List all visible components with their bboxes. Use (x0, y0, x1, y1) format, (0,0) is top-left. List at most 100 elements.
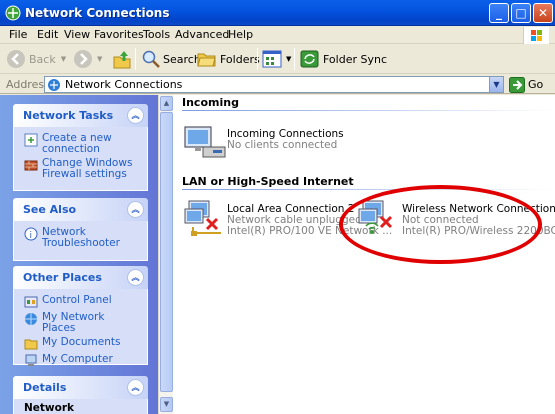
views-icon (262, 50, 282, 68)
my-documents-link[interactable]: My Documents (24, 337, 137, 351)
address-dropdown-icon[interactable]: ▼ (489, 77, 503, 92)
back-dropdown-icon[interactable]: ▼ (61, 55, 66, 63)
menu-advanced[interactable]: Advanced (175, 28, 229, 41)
other-places-panel: Other Places ︽ Control Panel My Network … (13, 266, 148, 368)
collapse-chevron-icon[interactable]: ︽ (127, 107, 144, 124)
folders-button[interactable]: Folders (197, 48, 260, 70)
search-button[interactable]: Search (141, 48, 201, 70)
my-network-places-link[interactable]: My Network Places (24, 312, 137, 334)
folder-sync-button[interactable]: Folder Sync (300, 48, 387, 70)
toolbar: Back ▼ ▼ Search Folders ▼ Folder Sync (0, 44, 555, 74)
panel-title: Network Tasks (23, 109, 114, 122)
connection-status: No clients connected (227, 139, 338, 151)
create-connection-link[interactable]: Create a new connection (24, 133, 137, 155)
panel-title: Other Places (23, 271, 102, 284)
task-pane: Network Tasks ︽ Create a new connection … (0, 95, 158, 414)
views-button[interactable]: ▼ (262, 48, 291, 70)
new-connection-icon (24, 133, 38, 147)
task-pane-scrollbar[interactable]: ▲ ▼ (158, 95, 173, 414)
minimize-icon: _ (496, 6, 502, 20)
windows-logo-icon (523, 27, 549, 45)
network-connections-icon (48, 78, 60, 91)
network-connections-icon (5, 5, 21, 21)
maximize-icon: □ (515, 6, 527, 20)
folders-label: Folders (220, 52, 260, 66)
menu-favorites[interactable]: Favorites (94, 28, 144, 41)
forward-arrow-icon (74, 50, 92, 68)
address-value: Network Connections (65, 78, 183, 91)
maximize-button[interactable]: □ (511, 3, 531, 23)
section-title-lan: LAN or High-Speed Internet (182, 175, 354, 188)
back-label: Back (29, 52, 56, 66)
see-also-header[interactable]: See Also ︽ (13, 198, 148, 221)
folders-icon (197, 53, 216, 67)
computer-icon (25, 354, 37, 366)
menu-edit[interactable]: Edit (37, 28, 58, 41)
section-divider (182, 110, 555, 111)
panel-title: Details (23, 381, 67, 394)
section-title-incoming: Incoming (182, 96, 239, 109)
close-icon: ✕ (537, 6, 549, 20)
link-text: Network Troubleshooter (42, 226, 120, 249)
link-text: Control Panel (42, 294, 112, 306)
network-troubleshooter-link[interactable]: i Network Troubleshooter (24, 227, 137, 249)
see-also-panel: See Also ︽ i Network Troubleshooter (13, 198, 148, 261)
control-panel-link[interactable]: Control Panel (24, 295, 137, 309)
menu-tools[interactable]: Tools (143, 28, 170, 41)
incoming-connection-icon (184, 126, 226, 158)
menu-file[interactable]: File (9, 28, 27, 41)
incoming-connections-item[interactable]: Incoming Connections No clients connecte… (227, 129, 344, 151)
network-tasks-panel: Network Tasks ︽ Create a new connection … (13, 104, 148, 191)
folder-sync-icon (300, 50, 319, 68)
minimize-button[interactable]: _ (489, 3, 509, 23)
back-arrow-icon (7, 50, 25, 68)
scroll-down-icon[interactable]: ▼ (160, 397, 173, 412)
go-arrow-icon (509, 76, 525, 93)
address-field[interactable]: Network Connections ▼ (44, 76, 504, 93)
go-label: Go (528, 78, 544, 91)
close-button[interactable]: ✕ (533, 3, 553, 23)
forward-dropdown-icon[interactable]: ▼ (97, 55, 102, 63)
firewall-icon (24, 160, 38, 171)
toolbar-separator (135, 48, 136, 70)
documents-folder-icon (24, 339, 38, 350)
forward-button[interactable]: ▼ (73, 48, 102, 70)
menu-view[interactable]: View (64, 28, 90, 41)
svg-text:i: i (30, 231, 33, 241)
network-tasks-header[interactable]: Network Tasks ︽ (13, 104, 148, 127)
up-folder-icon (113, 51, 131, 69)
search-icon (142, 50, 160, 68)
views-dropdown-icon[interactable]: ▼ (286, 55, 291, 63)
go-button[interactable]: Go (509, 76, 543, 93)
highlight-circle (339, 185, 542, 264)
toolbar-separator (294, 48, 295, 70)
menu-help[interactable]: Help (228, 28, 253, 41)
link-text: Change Windows Firewall settings (42, 157, 133, 180)
explorer-window: Network Connections _ □ ✕ File Edit View… (0, 0, 555, 414)
collapse-chevron-icon[interactable]: ︽ (127, 201, 144, 218)
menu-bar: File Edit View Favorites Tools Advanced … (0, 26, 555, 44)
back-button[interactable]: Back ▼ (6, 48, 66, 70)
link-text: My Network Places (42, 311, 105, 334)
address-bar: Address Network Connections ▼ Go (0, 74, 555, 94)
firewall-settings-link[interactable]: Change Windows Firewall settings (24, 158, 137, 180)
link-text: My Documents (42, 336, 121, 348)
section-divider (182, 189, 555, 190)
title-bar[interactable]: Network Connections _ □ ✕ (0, 0, 555, 26)
other-places-header[interactable]: Other Places ︽ (13, 266, 148, 289)
collapse-chevron-icon[interactable]: ︽ (127, 379, 144, 396)
scroll-up-icon[interactable]: ▲ (160, 96, 173, 111)
scroll-thumb[interactable] (160, 112, 173, 392)
details-panel: Details ︽ Network Connections (13, 376, 148, 414)
my-computer-link[interactable]: My Computer (24, 354, 137, 368)
link-text: My Computer (42, 353, 113, 365)
panel-title: See Also (23, 203, 77, 216)
window-title: Network Connections (25, 6, 170, 20)
toolbar-separator (257, 48, 258, 70)
search-label: Search (163, 52, 201, 66)
link-text: Create a new connection (42, 132, 112, 155)
details-header[interactable]: Details ︽ (13, 376, 148, 399)
collapse-chevron-icon[interactable]: ︽ (127, 269, 144, 286)
details-value: Network Connections (24, 402, 75, 414)
up-folder-button[interactable] (113, 48, 131, 70)
